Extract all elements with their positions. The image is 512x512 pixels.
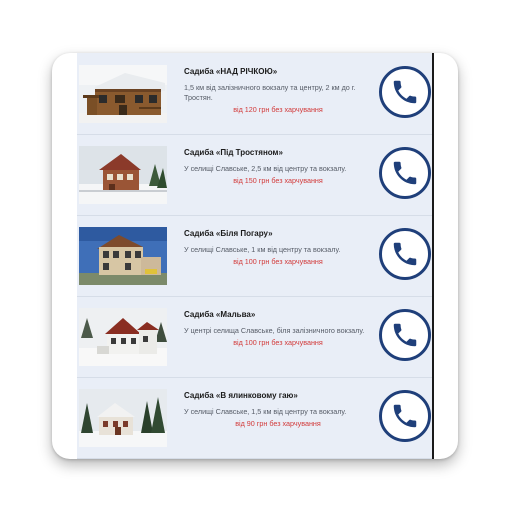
phone-icon [393, 161, 417, 185]
listing-photo [79, 65, 167, 123]
listing-description: У селищі Славське, 1,5 км від центру та … [184, 407, 347, 416]
listing-photo [79, 227, 167, 285]
listing-photo [79, 389, 167, 447]
list-item[interactable]: Садиба «НАД РІЧКОЮ» 1,5 км від залізничн… [77, 53, 432, 135]
listing-price: від 120 грн без харчування [233, 105, 323, 114]
call-button[interactable] [379, 309, 431, 361]
listing-price: від 90 грн без харчування [235, 419, 321, 428]
listing-title: Садиба «Мальва» [184, 310, 256, 319]
divider [432, 53, 434, 459]
list-item[interactable]: Садиба «Під Тростяном» У селищі Славське… [77, 134, 432, 216]
app-icon-card: Садиба «НАД РІЧКОЮ» 1,5 км від залізничн… [52, 53, 458, 459]
listing-photo [79, 308, 167, 366]
listing-title: Садиба «Під Тростяном» [184, 148, 283, 157]
phone-icon [393, 242, 417, 266]
list-item[interactable]: Садиба «Біля Погару» У селищі Славське, … [77, 215, 432, 297]
list-item[interactable]: Садиба «В ялинковому гаю» У селищі Славс… [77, 377, 432, 459]
phone-icon [393, 323, 417, 347]
list-item[interactable]: Садиба «Мальва» У центрі селища Славське… [77, 296, 432, 378]
phone-icon [393, 80, 417, 104]
listing-description: 1,5 км від залізничного вокзалу та центр… [184, 83, 356, 102]
call-button[interactable] [379, 66, 431, 118]
listing-price: від 100 грн без харчування [233, 257, 323, 266]
listing-price: від 150 грн без харчування [233, 176, 323, 185]
listing-title: Садиба «Біля Погару» [184, 229, 273, 238]
listing-title: Садиба «В ялинковому гаю» [184, 391, 298, 400]
call-button[interactable] [379, 147, 431, 199]
listing-description: У селищі Славське, 1 км від центру та во… [184, 245, 341, 254]
phone-icon [393, 404, 417, 428]
listings-list: Садиба «НАД РІЧКОЮ» 1,5 км від залізничн… [77, 53, 432, 459]
listing-photo [79, 146, 167, 204]
listing-description: У центрі селища Славське, біля залізничн… [184, 326, 365, 335]
listing-title: Садиба «НАД РІЧКОЮ» [184, 67, 278, 76]
call-button[interactable] [379, 390, 431, 442]
listing-description: У селищі Славське, 2,5 км від центру та … [184, 164, 347, 173]
listing-price: від 100 грн без харчування [233, 338, 323, 347]
call-button[interactable] [379, 228, 431, 280]
